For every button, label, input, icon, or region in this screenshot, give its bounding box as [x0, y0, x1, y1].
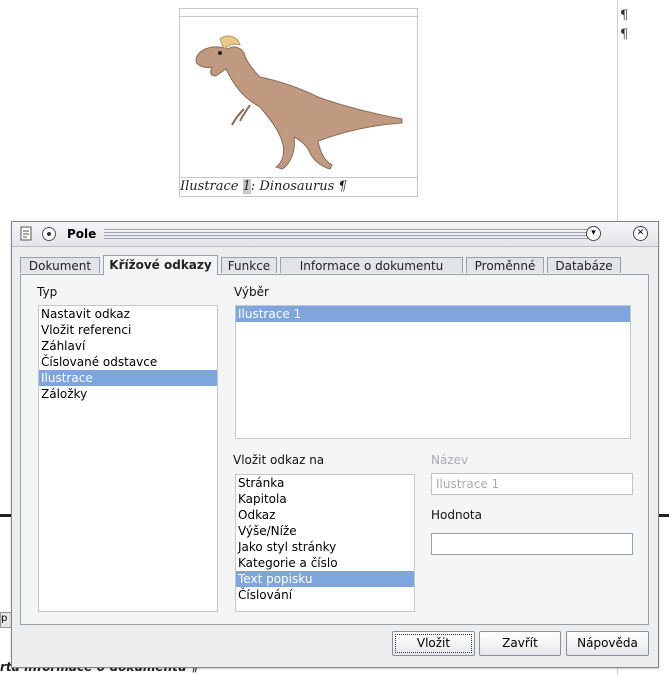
insert-ref-item[interactable]: Výše/Níže	[236, 523, 414, 539]
pin-icon[interactable]	[42, 227, 56, 241]
help-button[interactable]: Nápověda	[566, 631, 649, 656]
type-item[interactable]: Číslované odstavce	[39, 354, 217, 370]
type-listbox[interactable]: Nastavit odkaz Vložit referenci Záhlaví …	[38, 305, 218, 612]
app-icon[interactable]	[20, 226, 34, 242]
tab-databaze[interactable]: Databáze	[547, 257, 621, 273]
dialog-title: Pole	[67, 227, 97, 241]
tab-panel-crossref: Typ Nastavit odkaz Vložit referenci Záhl…	[20, 274, 649, 625]
selection-label: Výběr	[234, 285, 269, 299]
insert-ref-item[interactable]: Jako styl stránky	[236, 539, 414, 555]
paragraph-mark: ¶	[620, 8, 629, 23]
fields-dialog: Pole ▾ ✕ Dokument Křížové odkazy Funkce …	[11, 221, 659, 668]
frame-top-line	[180, 16, 417, 17]
insert-ref-item[interactable]: Stránka	[236, 475, 414, 491]
insert-ref-item[interactable]: Odkaz	[236, 507, 414, 523]
tab-promenne[interactable]: Proměnné	[466, 257, 544, 273]
caption-prefix: Ilustrace	[180, 179, 239, 194]
dinosaur-image[interactable]	[190, 29, 410, 174]
insert-ref-label: Vložit odkaz na	[233, 453, 325, 467]
insert-ref-item[interactable]: Kategorie a číslo	[236, 555, 414, 571]
type-item-selected[interactable]: Ilustrace	[39, 370, 217, 386]
insert-ref-listbox[interactable]: Stránka Kapitola Odkaz Výše/Níže Jako st…	[235, 474, 415, 612]
tab-funkce[interactable]: Funkce	[221, 257, 277, 273]
insert-button[interactable]: Vložit	[392, 631, 475, 656]
dialog-titlebar[interactable]: Pole ▾ ✕	[12, 222, 658, 247]
tab-dokument[interactable]: Dokument	[20, 257, 100, 273]
name-label: Název	[431, 453, 469, 467]
type-item[interactable]: Nastavit odkaz	[39, 306, 217, 322]
tab-krizove-odkazy[interactable]: Křížové odkazy	[103, 255, 218, 275]
caption-pilcrow: ¶	[338, 179, 347, 194]
type-label: Typ	[37, 285, 58, 299]
name-field[interactable]: Ilustrace 1	[431, 473, 633, 495]
minimize-icon[interactable]: ▾	[586, 226, 601, 241]
value-label: Hodnota	[431, 508, 482, 522]
type-item[interactable]: Vložit referenci	[39, 322, 217, 338]
type-item[interactable]: Záložky	[39, 386, 217, 402]
insert-ref-item[interactable]: Číslování	[236, 587, 414, 603]
type-item[interactable]: Záhlaví	[39, 338, 217, 354]
titlebar-stripes	[104, 229, 588, 239]
paragraph-mark: ¶	[620, 27, 629, 42]
caption-text: : Dinosaurus	[250, 179, 335, 194]
selection-item-selected[interactable]: Ilustrace 1	[236, 306, 630, 322]
selection-listbox[interactable]: Ilustrace 1	[235, 305, 631, 439]
caption-number-field[interactable]: 1	[242, 179, 251, 194]
image-frame[interactable]: Ilustrace 1: Dinosaurus ¶	[179, 8, 418, 197]
close-button[interactable]: Zavřít	[479, 631, 561, 656]
image-caption[interactable]: Ilustrace 1: Dinosaurus ¶	[180, 179, 347, 194]
insert-ref-item[interactable]: Kapitola	[236, 491, 414, 507]
value-field[interactable]	[431, 533, 633, 555]
frame-bottom-line	[180, 177, 417, 178]
tab-bar: Dokument Křížové odkazy Funkce Informace…	[20, 255, 650, 275]
tab-informace-o-dokumentu[interactable]: Informace o dokumentu	[280, 257, 463, 273]
close-icon[interactable]: ✕	[633, 226, 648, 241]
insert-ref-item-selected[interactable]: Text popisku	[236, 571, 414, 587]
